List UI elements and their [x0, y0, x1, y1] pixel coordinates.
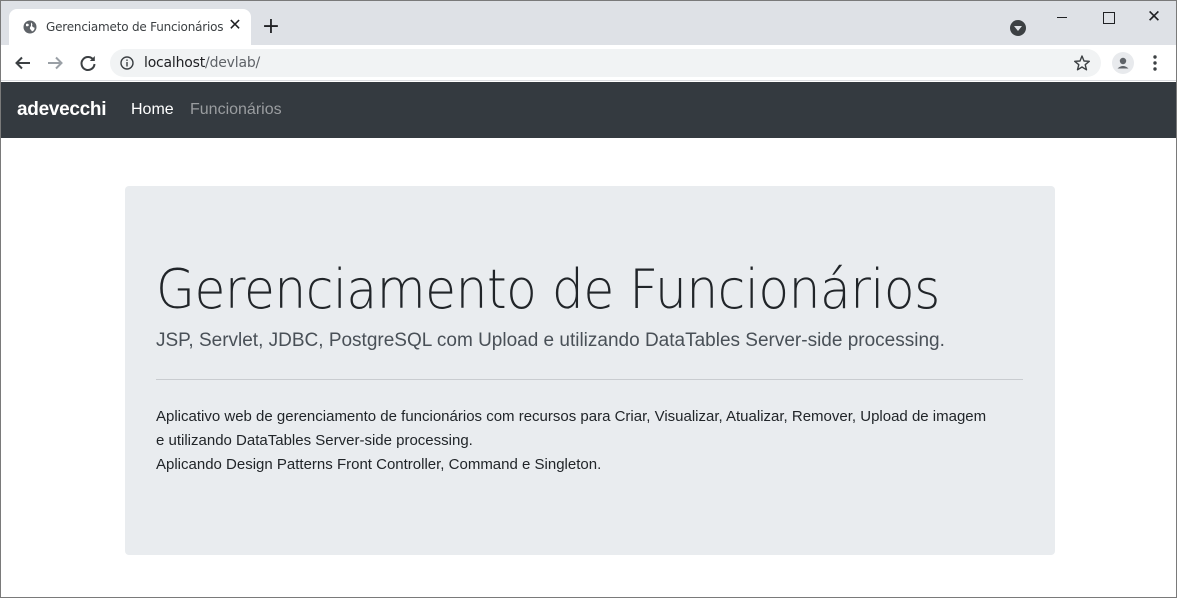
- reload-icon[interactable]: [77, 52, 99, 74]
- tab-search-icon[interactable]: [1010, 20, 1026, 36]
- nav-link-home[interactable]: Home: [131, 101, 174, 119]
- browser-window: Gerenciameto de Funcionários ✕ + ✕ local…: [0, 0, 1177, 598]
- globe-icon: [23, 20, 37, 34]
- forward-arrow-icon[interactable]: [44, 52, 66, 74]
- browser-tab[interactable]: Gerenciameto de Funcionários ✕: [9, 9, 251, 45]
- url-path: /devlab/: [205, 55, 261, 71]
- new-tab-button[interactable]: +: [261, 16, 281, 38]
- divider: [156, 379, 1023, 380]
- url-text: localhost/devlab/: [144, 55, 260, 71]
- browser-toolbar: localhost/devlab/: [1, 45, 1176, 81]
- bookmark-star-icon[interactable]: [1073, 54, 1091, 72]
- site-navbar: adevecchi Home Funcionários: [1, 82, 1176, 138]
- back-arrow-icon[interactable]: [12, 52, 34, 74]
- nav-link-funcionarios[interactable]: Funcionários: [190, 101, 282, 119]
- jumbotron: Gerenciamento de Funcionários JSP, Servl…: [125, 186, 1055, 555]
- lead-text: JSP, Servlet, JDBC, PostgreSQL com Uploa…: [156, 330, 945, 351]
- navbar-brand[interactable]: adevecchi: [17, 99, 107, 121]
- maximize-button[interactable]: [1096, 5, 1120, 29]
- tab-title: Gerenciameto de Funcionários: [46, 20, 224, 34]
- description: Aplicativo web de gerenciamento de funci…: [156, 405, 996, 477]
- description-line-1: Aplicativo web de gerenciamento de funci…: [156, 408, 987, 449]
- description-line-2: Aplicando Design Patterns Front Controll…: [156, 456, 602, 473]
- more-menu-icon[interactable]: [1145, 52, 1165, 74]
- tab-strip: Gerenciameto de Funcionários ✕ + ✕: [1, 1, 1176, 45]
- close-window-button[interactable]: ✕: [1142, 5, 1166, 29]
- url-host: localhost: [144, 55, 206, 71]
- page-title: Gerenciamento de Funcionários: [156, 258, 940, 321]
- address-bar[interactable]: localhost/devlab/: [110, 49, 1101, 77]
- close-tab-icon[interactable]: ✕: [227, 18, 243, 34]
- profile-button[interactable]: [1111, 52, 1135, 74]
- person-icon: [1117, 57, 1129, 69]
- info-icon[interactable]: [120, 56, 134, 70]
- minimize-button[interactable]: [1050, 5, 1074, 29]
